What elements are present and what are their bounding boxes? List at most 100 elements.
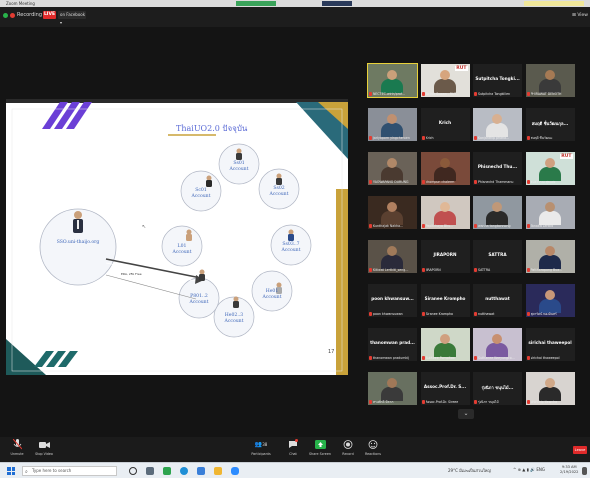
participant-body-shape: [433, 211, 456, 225]
participant-tile[interactable]: Phisnechd Thu... Phisnechd Thammanu: [473, 152, 522, 185]
muted-mic-icon: [526, 180, 530, 184]
stop-video-button[interactable]: Stop Video: [32, 439, 56, 456]
participant-tile[interactable]: Kanjanthip phana...: [473, 108, 522, 141]
participant-tile[interactable]: thanomwan prad... thanomwan pradumkij: [368, 328, 417, 361]
taskbar-search-box[interactable]: ⌕ Type here to search: [22, 466, 117, 476]
slide-artwork: ↖: [6, 99, 348, 375]
participant-head-shape: [387, 202, 397, 212]
participant-tile[interactable]: Siranee Krompho Siranee Krompho: [420, 284, 470, 317]
participant-name-caption: Siranee Krompho: [425, 312, 454, 316]
task-view-icon[interactable]: [129, 467, 137, 475]
participant-tile[interactable]: jariyaporn yingcheroen: [368, 108, 417, 141]
participant-tile[interactable]: SATTRA SATTRA: [473, 240, 522, 273]
muted-mic-icon: [421, 92, 425, 96]
recording-icon: [10, 13, 15, 18]
participant-head-shape: [492, 114, 502, 124]
zoom-app-icon[interactable]: [231, 467, 239, 475]
participant-tile[interactable]: สุดารัตน์ ทองอินทร์: [525, 284, 575, 317]
participant-tile[interactable]: Kitiwat Lertkiti_seng...: [368, 240, 417, 273]
participant-tile[interactable]: wanna tangkonnong: [473, 196, 522, 229]
participant-tile[interactable]: poon khwansuw... poon khwansuwan: [368, 284, 417, 317]
gallery-scroll-down-button[interactable]: ⌄: [458, 409, 474, 419]
security-shield-icon[interactable]: [3, 13, 8, 18]
participant-name-caption: chompun chalerm: [425, 180, 455, 184]
edge-browser-icon[interactable]: [180, 467, 188, 475]
participant-display-name: thanomwan prad...: [370, 340, 415, 345]
participant-name-caption: Sutheee Pompitoo: [425, 356, 455, 360]
participant-name-caption: jariyaporn yingcheroen: [373, 136, 410, 140]
participant-name-caption: phinthip tiewcha: [530, 400, 558, 404]
participant-tile[interactable]: สมฤดี ชื่นวัฒนกุล... สมฤดี ชื่นวัฒนะ: [525, 108, 575, 141]
participant-tile[interactable]: PHIRAWAT DENOTH: [525, 64, 575, 97]
file-explorer-icon[interactable]: [214, 467, 222, 475]
weather-widget[interactable]: 29°C มีเมฆเป็นส่วนใหญ่: [448, 467, 491, 474]
windows-start-icon[interactable]: [7, 467, 15, 475]
live-badge: LIVE: [43, 11, 56, 19]
share-screen-button[interactable]: Share Screen: [306, 439, 334, 456]
participant-tile[interactable]: Assoc.Prof.Dr. S... Assoc.Prof.Dr. Sireee: [420, 372, 470, 405]
view-button[interactable]: ⊞ View: [572, 13, 588, 18]
participant-tile[interactable]: JIRAPORN JIRAPORN: [420, 240, 470, 273]
input-language: ENG: [536, 467, 545, 472]
participant-tile[interactable]: Papitchaya Bhu...: [420, 196, 470, 229]
shared-slide: ↖ ThaiUO2.0 ปัจจุบัน 17 SSO.uni-thaijo.o…: [6, 99, 348, 375]
participant-name-caption: wanna tangkonnong: [478, 224, 511, 228]
participant-body-shape: [381, 167, 403, 181]
participant-tile[interactable]: NECTEC-wirin/prof...: [367, 63, 418, 98]
participant-head-shape: [492, 202, 502, 212]
participant-tile[interactable]: Suthanee Keeyungco...: [473, 328, 522, 361]
system-tray[interactable]: ^ ⊕ ▲ ▮ 🔊 ENG: [513, 467, 545, 472]
notifications-icon[interactable]: [582, 467, 587, 475]
leave-button[interactable]: Leave: [573, 446, 587, 454]
participant-tile[interactable]: sirichai thaweepol sirichai thaweepol: [525, 328, 575, 361]
muted-mic-icon: [526, 224, 530, 228]
participant-body-shape: [381, 123, 403, 137]
participant-tile[interactable]: รุ่งนิภา ขนุนไม้... รุ่งนิภา ขนุนไม้: [473, 372, 522, 405]
meeting-controls-bar: Unmute Stop Video 👥38 Participants Chat …: [0, 437, 590, 462]
video-camera-icon: [38, 442, 50, 448]
participant-tile[interactable]: RUT ธมลวรรณ สุขแสง: [525, 152, 575, 185]
live-destination-label: on Facebook: [60, 12, 86, 17]
record-label: Record: [342, 452, 354, 456]
recording-label[interactable]: Recording: [17, 12, 42, 18]
node-label: Ss02 Account: [269, 186, 289, 197]
participant-tile[interactable]: phinthip tiewcha: [525, 372, 575, 405]
participant-tile[interactable]: nutthawat nutthawat: [473, 284, 522, 317]
participant-tile[interactable]: Tanakit Lertkit: [525, 196, 575, 229]
participant-name-caption: สุดารัตน์ ทองอินทร์: [530, 312, 557, 316]
reactions-button[interactable]: Reactions: [362, 439, 384, 456]
participant-tile[interactable]: Sutpitcha Tongki... Sutpitcha Tongkillen: [473, 64, 522, 97]
participant-tile[interactable]: RUT Sirirat Suwan - RUT...: [420, 64, 470, 97]
muted-mic-icon: [421, 268, 425, 272]
participant-tile[interactable]: Sutheee Pompitoo: [420, 328, 470, 361]
participant-head-shape: [544, 70, 555, 80]
taskbar-app-icon[interactable]: [163, 467, 171, 475]
muted-mic-icon: [421, 400, 425, 404]
muted-mic-icon: [369, 312, 372, 316]
node-label: Ss01 Account: [229, 161, 249, 172]
taskbar-app-icon[interactable]: [146, 467, 154, 475]
participant-tile[interactable]: Krich Krich: [420, 108, 470, 141]
virtual-background-logo: RUT: [560, 154, 573, 159]
participants-label: Participants: [251, 452, 271, 456]
participants-button[interactable]: 👥38 Participants: [246, 439, 276, 456]
participant-tile[interactable]: YAOWAPANG DURUNG: [368, 152, 417, 185]
taskbar-app-icon[interactable]: [197, 467, 205, 475]
muted-mic-icon: [474, 224, 477, 228]
participant-tile[interactable]: Kunthajak Nakha...: [368, 196, 417, 229]
live-destination-dropdown[interactable]: on Facebook ▾: [58, 11, 86, 25]
muted-mic-icon: [369, 180, 372, 184]
chat-button[interactable]: Chat: [284, 439, 302, 456]
participant-body-shape: [486, 343, 508, 357]
participant-display-name: JIRAPORN: [433, 252, 457, 257]
unmute-button[interactable]: Unmute: [8, 439, 26, 456]
participant-tile[interactable]: Pattharapong Bua...: [525, 240, 575, 273]
record-button[interactable]: Record: [338, 439, 358, 456]
windows-taskbar: ⌕ Type here to search 29°C มีเมฆเป็นส่วน…: [0, 462, 590, 478]
participant-tile[interactable]: chompun chalerm: [420, 152, 470, 185]
node-label: L01 Account: [172, 244, 192, 255]
participant-tile[interactable]: ทรงศักดิ์ มีลาภ: [368, 372, 417, 405]
taskbar-clock[interactable]: 9:33 AM 2/19/2022: [560, 465, 578, 475]
stop-share-indicator[interactable]: [322, 1, 352, 6]
participant-head-shape: [439, 334, 450, 344]
